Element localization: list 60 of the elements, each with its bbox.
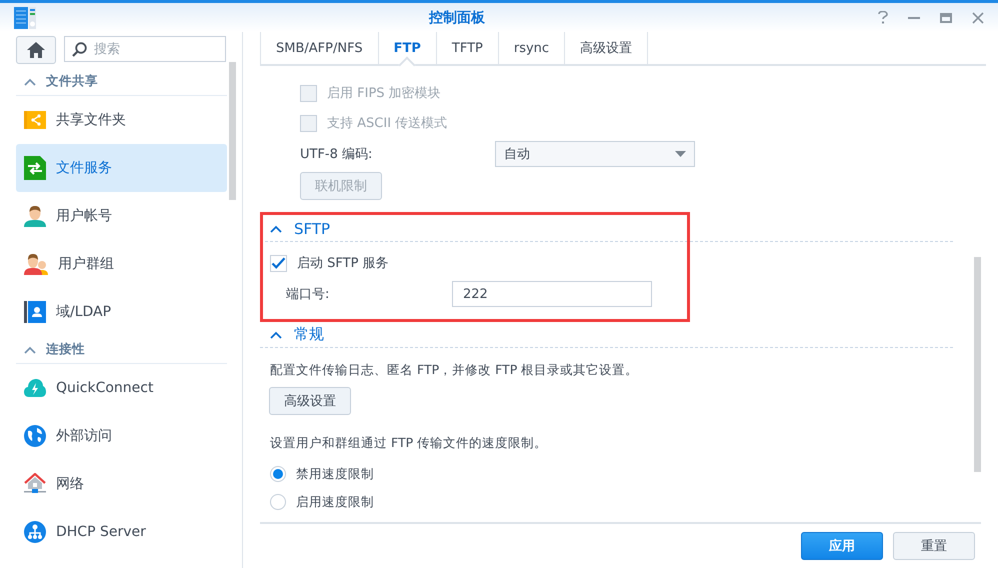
chevron-icon[interactable] xyxy=(24,78,36,86)
sidebar-section-title: 连接性 xyxy=(46,341,85,358)
sidebar-item[interactable]: 用户帐号 xyxy=(16,192,227,240)
house-network-icon xyxy=(24,473,46,495)
maximize-icon[interactable] xyxy=(940,12,952,22)
checkbox-label: 启动 SFTP 服务 xyxy=(297,255,389,272)
close-icon[interactable] xyxy=(972,12,984,24)
window-title: 控制面板 xyxy=(428,8,486,26)
tab[interactable]: SMB/AFP/NFS xyxy=(260,32,379,64)
radio-label: 禁用速度限制 xyxy=(296,466,374,482)
encoding-dropdown[interactable]: 自动 xyxy=(495,141,695,167)
tab[interactable]: TFTP xyxy=(436,32,499,64)
description-text: 设置用户和群组通过 FTP 传输文件的速度限制。 xyxy=(269,435,548,452)
dropdown-caret-icon xyxy=(675,151,686,157)
help-icon[interactable] xyxy=(878,11,888,24)
user-icon xyxy=(24,205,46,227)
checkbox-label: 支持 ASCII 传送模式 xyxy=(327,115,448,132)
sidebar-item[interactable]: 网络 xyxy=(16,460,227,508)
search-field[interactable]: 搜索 xyxy=(64,36,226,62)
advanced-settings-button[interactable]: 高级设置 xyxy=(269,387,351,415)
scrollbar[interactable] xyxy=(974,257,981,472)
field-label: 端口号: xyxy=(286,286,330,303)
app-logo-icon xyxy=(14,6,36,28)
user-group-icon xyxy=(24,253,48,275)
shared-folder-icon xyxy=(24,109,46,131)
description-text: 配置文件传输日志、匿名 FTP，并修改 FTP 根目录或其它设置。 xyxy=(269,362,640,379)
port-field[interactable]: 222 xyxy=(452,281,652,307)
radio-label: 启用速度限制 xyxy=(296,494,374,510)
transfer-arrows-icon xyxy=(24,156,46,180)
sidebar-item[interactable]: 域/LDAP xyxy=(16,288,227,336)
sidebar-item[interactable]: DHCP Server xyxy=(16,508,227,556)
sidebar-item[interactable]: 用户群组 xyxy=(16,240,227,288)
sidebar-item[interactable]: QuickConnect xyxy=(16,364,227,412)
sidebar-item[interactable]: 共享文件夹 xyxy=(16,96,227,144)
cloud-bolt-icon xyxy=(24,378,46,398)
sidebar-item[interactable]: 外部访问 xyxy=(16,412,227,460)
sidebar-item[interactable]: 文件服务 xyxy=(16,144,227,192)
scrollbar[interactable] xyxy=(229,62,236,200)
globe-icon xyxy=(24,425,46,447)
checkbox[interactable] xyxy=(270,254,287,272)
section-title: 常规 xyxy=(294,325,324,344)
tab[interactable]: rsync xyxy=(498,32,566,64)
radio-button[interactable] xyxy=(270,494,286,510)
section-title: SFTP xyxy=(294,220,330,238)
chevron-icon[interactable] xyxy=(270,224,282,232)
search-icon xyxy=(72,42,87,57)
checkbox-label: 启用 FIPS 加密模块 xyxy=(327,85,441,102)
home-button[interactable] xyxy=(16,36,56,64)
tab[interactable]: FTP xyxy=(378,32,437,64)
sidebar-section-title: 文件共享 xyxy=(46,73,98,90)
home-icon[interactable] xyxy=(27,42,45,58)
field-label: UTF-8 编码: xyxy=(300,146,374,163)
tab[interactable]: 高级设置 xyxy=(565,32,648,64)
reset-button[interactable]: 重置 xyxy=(893,532,975,560)
dhcp-server-icon xyxy=(24,521,46,543)
directory-card-icon xyxy=(24,301,46,323)
chevron-icon[interactable] xyxy=(24,346,36,354)
minimize-icon[interactable] xyxy=(908,16,920,18)
radio-button[interactable] xyxy=(270,466,286,482)
chevron-icon[interactable] xyxy=(270,330,282,338)
